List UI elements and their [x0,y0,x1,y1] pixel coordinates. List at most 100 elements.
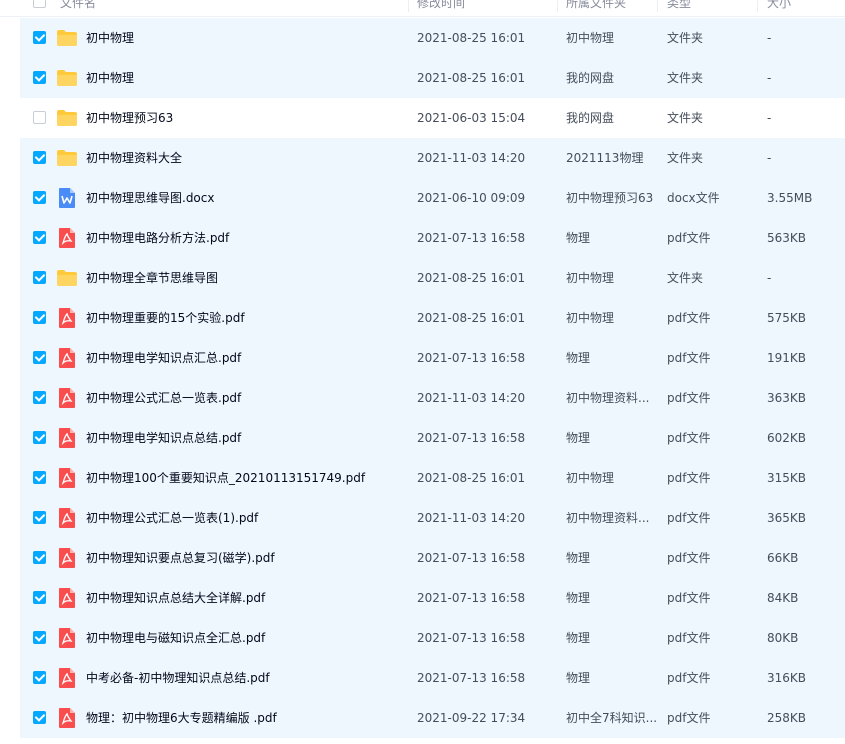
file-modified-time: 2021-08-25 16:01 [417,71,526,85]
file-row[interactable]: 初中物理思维导图.docx 2021-06-10 09:09 初中物理预习63 doc… [20,178,845,218]
file-row[interactable]: 初中物理资料大全 2021-11-03 14:20 2021113物理 文件夹 - [20,138,845,178]
file-size: 191KB [767,351,807,365]
file-name[interactable]: 中考必备-初中物理知识点总结.pdf [86,658,406,698]
file-name[interactable]: 初中物理预习63 [86,98,406,138]
row-checkbox[interactable] [33,351,46,364]
file-row[interactable]: 初中物理公式汇总一览表.pdf 2021-11-03 14:20 初中物理资料...… [20,378,845,418]
file-name[interactable]: 初中物理知识点总结大全详解.pdf [86,578,406,618]
file-row[interactable]: 初中物理公式汇总一览表(1).pdf 2021-11-03 14:20 初中物理资料… [20,498,845,538]
file-parent-folder[interactable]: 物理 [566,618,658,658]
file-name[interactable]: 初中物理公式汇总一览表(1).pdf [86,498,406,538]
file-name[interactable]: 初中物理 [86,18,406,58]
file-parent-folder[interactable]: 物理 [566,338,658,378]
file-parent-folder[interactable]: 我的网盘 [566,58,658,98]
file-size: 602KB [767,431,807,445]
file-parent-folder[interactable]: 初中物理 [566,458,658,498]
file-row[interactable]: 初中物理全章节思维导图 2021-08-25 16:01 初中物理 文件夹 - [20,258,845,298]
column-divider[interactable] [557,0,558,12]
file-row[interactable]: 初中物理电学知识点总结.pdf 2021-07-13 16:58 物理 pdf文件 60… [20,418,845,458]
file-modified-time: 2021-09-22 17:34 [417,711,526,725]
file-parent-folder[interactable]: 2021113物理 [566,138,658,178]
file-row[interactable]: 初中物理电学知识点汇总.pdf 2021-07-13 16:58 物理 pdf文件 19… [20,338,845,378]
file-type: pdf文件 [667,511,711,525]
file-name[interactable]: 初中物理电路分析方法.pdf [86,218,406,258]
file-row[interactable]: 初中物理预习63 2021-06-03 15:04 我的网盘 文件夹 - [20,98,845,138]
column-header-name[interactable]: 文件名 [60,0,96,16]
file-parent-folder[interactable]: 物理 [566,538,658,578]
row-checkbox[interactable] [33,151,46,164]
file-row[interactable]: 中考必备-初中物理知识点总结.pdf 2021-07-13 16:58 物理 pdf文… [20,658,845,698]
file-parent-folder[interactable]: 物理 [566,418,658,458]
file-name[interactable]: 初中物理 [86,58,406,98]
row-checkbox[interactable] [33,391,46,404]
row-checkbox[interactable] [33,551,46,564]
file-type: 文件夹 [667,71,704,85]
file-row[interactable]: 初中物理重要的15个实验.pdf 2021-08-25 16:01 初中物理 pdf文… [20,298,845,338]
file-parent-folder[interactable]: 初中物理资料... [566,378,658,418]
file-parent-folder[interactable]: 初中物理 [566,258,658,298]
file-row[interactable]: 初中物理电与磁知识点全汇总.pdf 2021-07-13 16:58 物理 pdf文件… [20,618,845,658]
file-row[interactable]: 物理：初中物理6大专题精编版 .pdf 2021-09-22 17:34 初中全7科… [20,698,845,738]
row-checkbox[interactable] [33,591,46,604]
file-name[interactable]: 初中物理公式汇总一览表.pdf [86,378,406,418]
file-row[interactable]: 初中物理 2021-08-25 16:01 初中物理 文件夹 - [20,18,845,58]
file-modified-time: 2021-11-03 14:20 [417,511,526,525]
file-parent-folder[interactable]: 初中物理资料... [566,498,658,538]
row-checkbox[interactable] [33,191,46,204]
word-icon [56,188,78,208]
file-row[interactable]: 初中物理知识要点总复习(磁学).pdf 2021-07-13 16:58 物理 pdf… [20,538,845,578]
file-row[interactable]: 初中物理 2021-08-25 16:01 我的网盘 文件夹 - [20,58,845,98]
row-checkbox[interactable] [33,311,46,324]
file-size: - [767,151,772,165]
row-checkbox[interactable] [33,71,46,84]
file-parent-folder[interactable]: 初中物理预习63 [566,178,658,218]
file-size: - [767,71,772,85]
file-type: pdf文件 [667,311,711,325]
file-name[interactable]: 初中物理知识要点总复习(磁学).pdf [86,538,406,578]
file-parent-folder[interactable]: 物理 [566,658,658,698]
row-checkbox[interactable] [33,671,46,684]
folder-icon [56,68,78,88]
file-name[interactable]: 初中物理电与磁知识点全汇总.pdf [86,618,406,658]
file-name[interactable]: 初中物理电学知识点总结.pdf [86,418,406,458]
file-name[interactable]: 初中物理重要的15个实验.pdf [86,298,406,338]
file-row[interactable]: 初中物理电路分析方法.pdf 2021-07-13 16:58 物理 pdf文件 563… [20,218,845,258]
column-header-dir[interactable]: 所属文件夹 [566,0,626,16]
file-name[interactable]: 初中物理100个重要知识点_20210113151749.pdf [86,458,406,498]
column-divider[interactable] [408,0,409,12]
pdf-icon [56,588,78,608]
row-checkbox[interactable] [33,31,46,44]
file-parent-folder[interactable]: 初中物理 [566,18,658,58]
file-parent-folder[interactable]: 初中全7科知识... [566,698,658,738]
column-header-type[interactable]: 类型 [667,0,691,16]
file-name[interactable]: 物理：初中物理6大专题精编版 .pdf [86,698,406,738]
column-header-size[interactable]: 大小 [767,0,791,16]
file-name[interactable]: 初中物理思维导图.docx [86,178,406,218]
row-checkbox[interactable] [33,431,46,444]
file-name[interactable]: 初中物理资料大全 [86,138,406,178]
file-parent-folder[interactable]: 我的网盘 [566,98,658,138]
row-checkbox[interactable] [33,271,46,284]
column-header-time[interactable]: 修改时间 [417,0,465,16]
row-checkbox[interactable] [33,231,46,244]
file-row[interactable]: 初中物理100个重要知识点_20210113151749.pdf 2021-08-… [20,458,845,498]
file-row[interactable]: 初中物理知识点总结大全详解.pdf 2021-07-13 16:58 物理 pdf文件… [20,578,845,618]
select-all-checkbox[interactable] [33,0,46,8]
row-checkbox[interactable] [33,111,46,124]
row-checkbox[interactable] [33,471,46,484]
row-checkbox[interactable] [33,711,46,724]
file-parent-folder[interactable]: 物理 [566,578,658,618]
file-parent-folder[interactable]: 物理 [566,218,658,258]
file-parent-folder[interactable]: 初中物理 [566,298,658,338]
column-divider[interactable] [657,0,658,12]
file-size: 258KB [767,711,807,725]
file-type: pdf文件 [667,591,711,605]
pdf-icon [56,468,78,488]
column-divider[interactable] [757,0,758,12]
row-checkbox[interactable] [33,511,46,524]
row-checkbox[interactable] [33,631,46,644]
file-name[interactable]: 初中物理全章节思维导图 [86,258,406,298]
file-size: - [767,31,772,45]
file-name[interactable]: 初中物理电学知识点汇总.pdf [86,338,406,378]
pdf-icon [56,388,78,408]
